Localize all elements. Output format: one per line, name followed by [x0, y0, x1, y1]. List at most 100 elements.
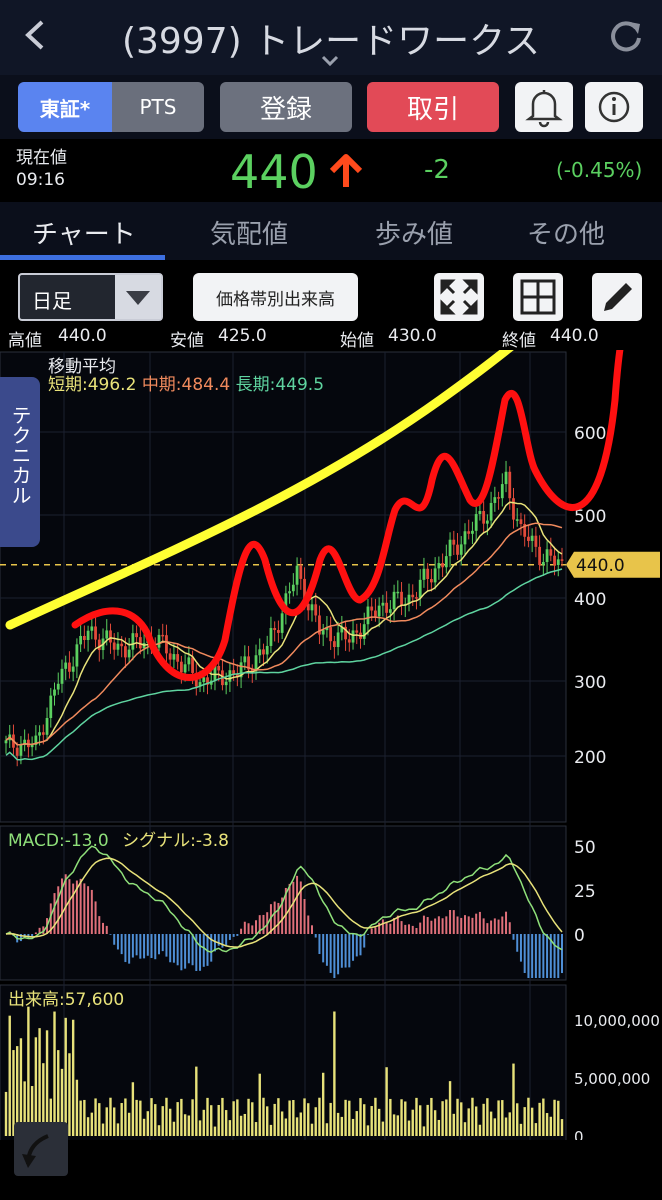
chart-mode-button[interactable] [14, 1122, 68, 1176]
candle-body [448, 539, 452, 557]
volume-bar [213, 1126, 217, 1136]
volume-bar [549, 1116, 553, 1136]
volume-label: 出来高: [8, 990, 65, 1010]
volume-values: 出来高:57,600 [8, 985, 124, 1010]
price-tick-label: 300 [574, 673, 606, 693]
volume-bar [168, 1108, 172, 1136]
volume-bar [340, 1116, 344, 1136]
candle-body [105, 630, 109, 639]
technical-tab[interactable]: テクニカル [0, 377, 40, 547]
candle-body [45, 717, 49, 735]
stock-chart[interactable]: 600 500 400 300 200 440.0 50 25 0 10,000,000 5,000… [0, 350, 662, 1140]
volume-tick-label: 0 [574, 1128, 584, 1140]
volume-bar [467, 1108, 470, 1136]
tab-chart[interactable]: チャート [32, 214, 136, 251]
volume-bar [497, 1100, 500, 1136]
volume-bar [400, 1099, 403, 1136]
volume-tick-label: 5,000,000 [574, 1070, 650, 1088]
market-tse-button[interactable]: 東証* [18, 82, 112, 132]
active-tab-indicator [0, 255, 165, 260]
register-button[interactable]: 登録 [220, 82, 352, 132]
volume-bar [266, 1106, 269, 1136]
volume-bar [221, 1097, 224, 1136]
price-tick-label: 500 [574, 507, 606, 527]
volume-bar [101, 1123, 105, 1136]
volume-bar [172, 1121, 176, 1136]
candle-body [19, 745, 23, 756]
volume-bar [530, 1107, 534, 1136]
volume-bar [385, 1067, 388, 1136]
volume-bar [236, 1099, 239, 1136]
tab-quotes[interactable]: 気配値 [210, 214, 288, 251]
volume-bar [318, 1097, 321, 1136]
candle-body [530, 535, 534, 541]
market-pts-button[interactable]: PTS [112, 82, 204, 132]
candle-body [418, 579, 422, 598]
ma-long-label: 長期: [235, 375, 276, 395]
volume-bar [441, 1101, 444, 1136]
candle-body [366, 606, 370, 625]
price-change-percent: (-0.45%) [556, 158, 643, 182]
chevron-down-icon[interactable] [318, 52, 342, 70]
volume-bar [269, 1124, 273, 1136]
volume-bar [560, 1119, 564, 1136]
current-price-label: 現在値 [16, 148, 67, 168]
info-button[interactable] [585, 82, 643, 132]
volume-bar [135, 1099, 138, 1136]
arrow-curve-icon [22, 1134, 49, 1168]
tab-tick[interactable]: 歩み値 [375, 214, 453, 251]
volume-bar [310, 1123, 314, 1136]
candle-body [515, 519, 519, 521]
candle-body [556, 559, 560, 566]
volume-bar [64, 1017, 67, 1136]
volume-bar [359, 1098, 362, 1136]
draw-button[interactable] [592, 273, 642, 321]
macd-label: MACD: [8, 831, 65, 851]
candle-body [504, 471, 508, 485]
price-tick-label: 600 [574, 424, 606, 444]
candle-body [109, 630, 112, 643]
candle-body [82, 635, 86, 641]
volume-bar [105, 1107, 108, 1136]
candle-body [332, 641, 336, 648]
period-select[interactable]: 日足 [18, 273, 163, 321]
current-price: 440 [230, 145, 318, 199]
tab-other[interactable]: その他 [527, 214, 605, 251]
volume-bar [68, 1053, 71, 1136]
candle-body [310, 604, 314, 611]
volume-bar [389, 1098, 392, 1136]
candle-body [179, 661, 183, 673]
candle-body [351, 630, 355, 643]
volume-bar [370, 1106, 373, 1136]
volume-bar [284, 1118, 288, 1136]
candle-body [512, 498, 515, 520]
layout-button[interactable] [513, 273, 563, 321]
candle-body [426, 568, 430, 580]
alert-button[interactable] [515, 82, 573, 132]
candle-body [444, 556, 448, 568]
candle-body [165, 635, 168, 654]
candle-body [4, 740, 8, 744]
volume-bar [116, 1123, 120, 1136]
volume-bar [303, 1098, 306, 1136]
candle-body [500, 484, 504, 499]
candle-body [400, 591, 403, 606]
expand-button[interactable] [434, 273, 484, 321]
volume-bar [448, 1081, 452, 1136]
candle-body [527, 536, 530, 541]
ma-long-value: 449.5 [275, 375, 325, 395]
candle-body [120, 643, 124, 647]
price-change: -2 [424, 155, 450, 185]
candle-body [329, 627, 333, 642]
macd-tick-label: 50 [574, 838, 596, 858]
volume-bar [542, 1098, 545, 1136]
volume-bar [486, 1098, 489, 1136]
candle-body [202, 677, 206, 683]
volume-profile-button[interactable]: 価格帯別出来高 [193, 273, 358, 321]
ma-mid-label: 中期: [141, 375, 182, 395]
candle-body [49, 695, 53, 718]
candle-body [38, 732, 41, 736]
trade-button[interactable]: 取引 [367, 82, 499, 132]
volume-bar [504, 1117, 508, 1136]
refresh-button[interactable] [604, 14, 648, 58]
